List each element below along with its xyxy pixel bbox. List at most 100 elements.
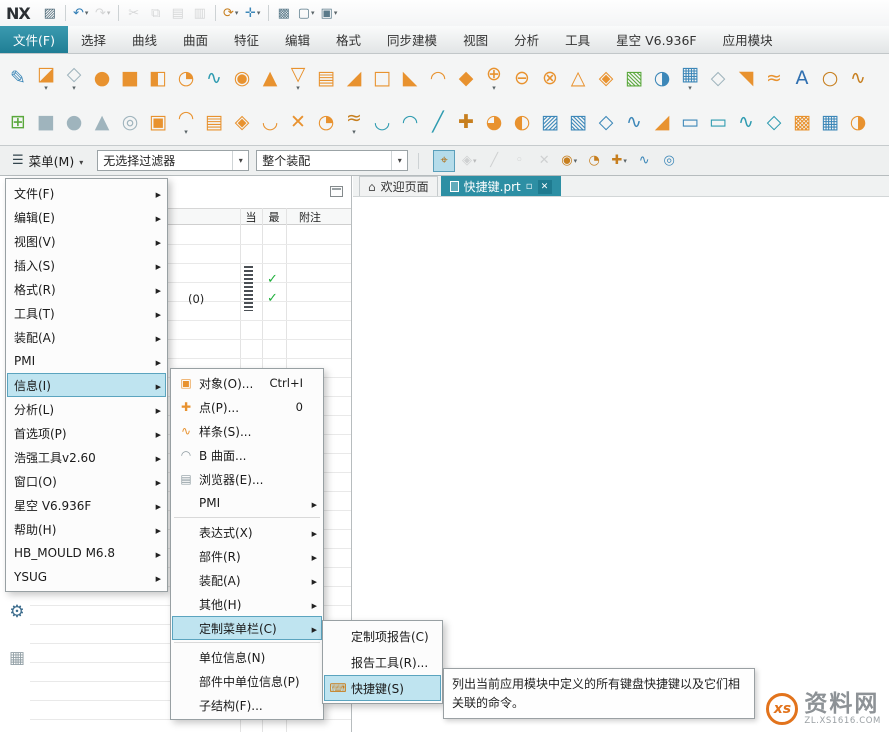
tab-surface[interactable]: 曲面 xyxy=(170,26,221,53)
trim-body-icon[interactable]: △ xyxy=(564,57,592,99)
snap-midpoint-button[interactable]: ◦ xyxy=(508,150,530,172)
copy-button[interactable]: ⧉ xyxy=(146,3,166,23)
sew-icon[interactable]: ◈ xyxy=(228,101,256,143)
selection-rule-button[interactable]: ◈ xyxy=(458,150,480,172)
menu-item-format[interactable]: 格式(R) xyxy=(7,277,166,301)
datum-axis-icon[interactable]: ◇ xyxy=(704,57,732,99)
offset-curve-icon[interactable]: ≈ xyxy=(340,101,368,143)
draft-icon[interactable]: ◣ xyxy=(396,57,424,99)
menu-item-preferences[interactable]: 首选项(P) xyxy=(7,421,166,445)
pattern-geometry-icon[interactable]: ⊞ xyxy=(4,101,32,143)
menu-item-window[interactable]: 窗口(O) xyxy=(7,469,166,493)
hole-icon[interactable]: ◉ xyxy=(228,57,256,99)
thicken-icon[interactable]: ▤ xyxy=(200,101,228,143)
revolve-icon[interactable]: ◔ xyxy=(172,57,200,99)
polygon-icon[interactable]: ◇ xyxy=(760,101,788,143)
snap-center-button[interactable]: ◉ xyxy=(558,150,580,172)
undo-button[interactable]: ↶ xyxy=(71,3,91,23)
close-tab-button[interactable]: ✕ xyxy=(538,180,552,194)
direct-sketch-icon[interactable]: ◪ xyxy=(32,57,60,99)
tab-file[interactable]: 文件(F) xyxy=(0,26,68,53)
paste-special-button[interactable]: ▥ xyxy=(190,3,210,23)
menu-item-shortcut-keys[interactable]: ⌨ 快捷键(S) xyxy=(324,675,441,701)
tab-format[interactable]: 格式 xyxy=(323,26,374,53)
tab-feature[interactable]: 特征 xyxy=(221,26,272,53)
menu-item-pmi[interactable]: PMI xyxy=(7,349,166,373)
tab-synchronous-modeling[interactable]: 同步建模 xyxy=(374,26,450,53)
menu-item-other-info[interactable]: 其他(H) xyxy=(172,592,322,616)
face-blend-icon[interactable]: ◕ xyxy=(480,101,508,143)
law-extension-icon[interactable]: ◢ xyxy=(648,101,676,143)
redo-button[interactable]: ↷ xyxy=(93,3,113,23)
window-layout-button[interactable]: ▣ xyxy=(319,3,340,23)
capture-image-button[interactable]: ▩ xyxy=(274,3,294,23)
text-icon[interactable]: A xyxy=(788,57,816,99)
expand-surface-icon[interactable]: ◇ xyxy=(592,101,620,143)
snap-quadrant-button[interactable]: ◔ xyxy=(583,150,605,172)
rectangle-icon[interactable]: ▭ xyxy=(704,101,732,143)
save-button[interactable]: ▨ xyxy=(40,3,60,23)
sketch-icon[interactable]: ✎ xyxy=(4,57,32,99)
tab-curve[interactable]: 曲线 xyxy=(119,26,170,53)
split-body-icon[interactable]: ◈ xyxy=(592,57,620,99)
x-form-icon[interactable]: ▨ xyxy=(536,101,564,143)
tab-edit[interactable]: 编辑 xyxy=(272,26,323,53)
ellipse-icon[interactable]: ○ xyxy=(816,57,844,99)
helix-icon[interactable]: ∿ xyxy=(844,57,872,99)
menu-item-custom-report[interactable]: 定制项报告(C) xyxy=(324,623,441,649)
styled-blend-icon[interactable]: ◐ xyxy=(508,101,536,143)
datum-plane-icon[interactable]: ◇ xyxy=(60,57,88,99)
bridge-curve-icon[interactable]: ◡ xyxy=(368,101,396,143)
tab-shortcut-prt[interactable]: 快捷键.prt ▫ ✕ xyxy=(441,176,561,196)
menu-item-insert[interactable]: 插入(S) xyxy=(7,253,166,277)
tab-application-modules[interactable]: 应用模块 xyxy=(710,26,786,53)
menu-item-hb-mould[interactable]: HB_MOULD M6.8 xyxy=(7,541,166,565)
menu-item-object-info[interactable]: ▣ 对象(O)... Ctrl+I xyxy=(172,371,322,395)
menu-item-xingkong[interactable]: 星空 V6.936F xyxy=(7,493,166,517)
pattern-feature-icon[interactable]: ▦ xyxy=(676,57,704,99)
menu-item-assemblies[interactable]: 装配(A) xyxy=(7,325,166,349)
boss-icon[interactable]: ▲ xyxy=(256,57,284,99)
tab-welcome-page[interactable]: ⌂ 欢迎页面 xyxy=(359,176,438,196)
cut-button[interactable]: ✂ xyxy=(124,3,144,23)
edge-blend-icon[interactable]: ◠ xyxy=(424,57,452,99)
extrude-icon[interactable]: ◧ xyxy=(144,57,172,99)
detach-tab-icon[interactable]: ▫ xyxy=(526,181,533,192)
fill-surface-icon[interactable]: ▩ xyxy=(788,101,816,143)
selection-scope-combo[interactable]: 整个装配 xyxy=(256,150,408,171)
menu-item-file[interactable]: 文件(F) xyxy=(7,181,166,205)
intersect-icon[interactable]: ⊗ xyxy=(536,57,564,99)
menu-item-substructure[interactable]: 子结构(F)... xyxy=(172,693,322,717)
menu-item-custom-menubar[interactable]: 定制菜单栏(C) xyxy=(172,616,322,640)
menu-button[interactable]: ☰ 菜单(M) xyxy=(5,149,90,172)
menu-item-help[interactable]: 帮助(H) xyxy=(7,517,166,541)
mirror-feature-icon[interactable]: ◑ xyxy=(648,57,676,99)
menu-item-view[interactable]: 视图(V) xyxy=(7,229,166,253)
column-header-note[interactable]: 附注 xyxy=(286,209,346,224)
shell-icon[interactable]: □ xyxy=(368,57,396,99)
menu-item-part-unit-info[interactable]: 部件中单位信息(P) xyxy=(172,669,322,693)
patch-icon[interactable]: ▧ xyxy=(620,57,648,99)
column-header-latest[interactable]: 最 xyxy=(262,209,286,224)
menu-item-information[interactable]: 信息(I) xyxy=(7,373,166,397)
i-form-icon[interactable]: ▧ xyxy=(564,101,592,143)
sphere-icon[interactable]: ● xyxy=(60,101,88,143)
library-grid-icon[interactable]: ▦ xyxy=(5,646,29,670)
swept-icon[interactable]: ∿ xyxy=(200,57,228,99)
window-button[interactable]: ▢ xyxy=(296,3,317,23)
tab-view[interactable]: 视图 xyxy=(450,26,501,53)
checkmark-icon[interactable]: ✓ xyxy=(267,273,278,286)
menu-item-expression-info[interactable]: 表达式(X) xyxy=(172,520,322,544)
arc-icon[interactable]: ◠ xyxy=(396,101,424,143)
subtract-icon[interactable]: ⊖ xyxy=(508,57,536,99)
studio-spline-icon[interactable]: ∿ xyxy=(732,101,760,143)
project-curve-icon[interactable]: ◡ xyxy=(256,101,284,143)
enable-snap-point-button[interactable]: ⌖ xyxy=(433,150,455,172)
pocket-icon[interactable]: ▽ xyxy=(284,57,312,99)
float-panel-button[interactable] xyxy=(330,186,343,197)
snap-intersection-button[interactable]: ✕ xyxy=(533,150,555,172)
tool-palette-icon[interactable]: ⚙ xyxy=(5,600,29,624)
touch-mode-button[interactable]: ✛ xyxy=(243,3,263,23)
tab-tools[interactable]: 工具 xyxy=(552,26,603,53)
menu-item-edit[interactable]: 编辑(E) xyxy=(7,205,166,229)
